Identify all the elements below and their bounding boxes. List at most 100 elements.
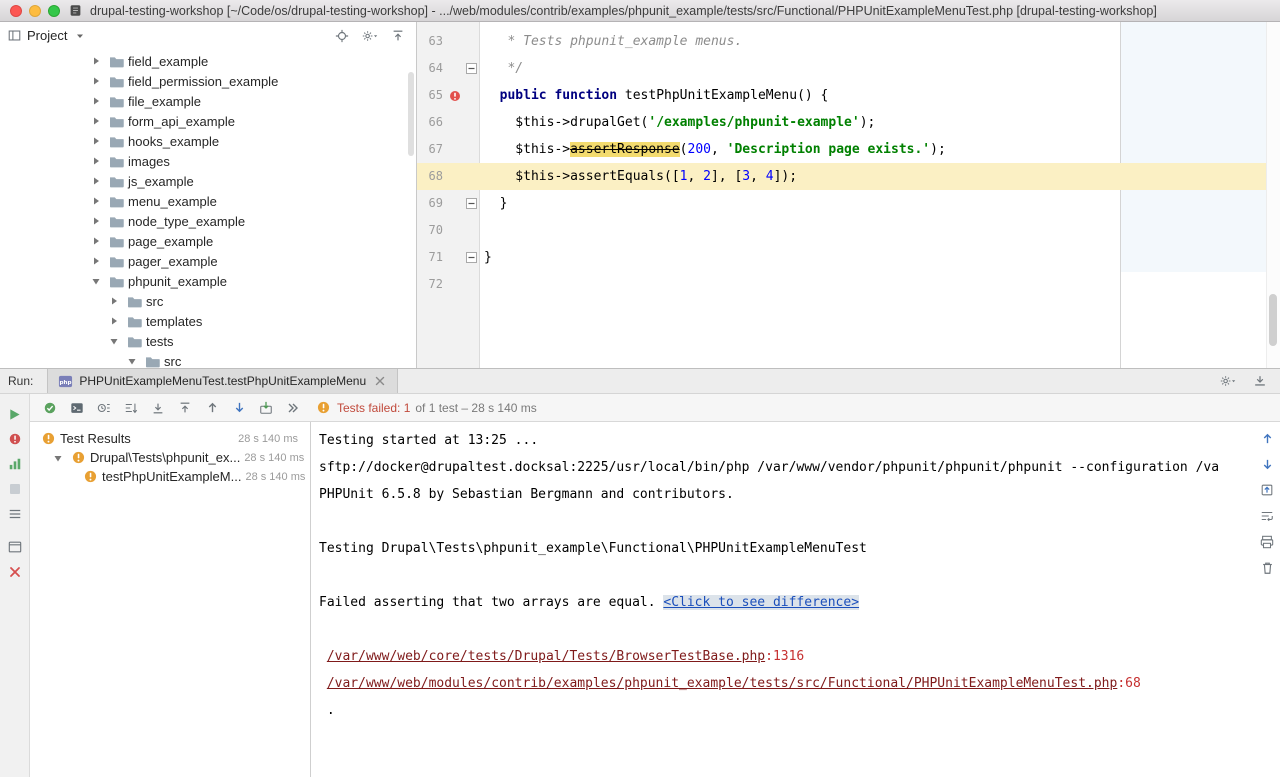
stop-icon[interactable]	[7, 481, 23, 497]
code-text[interactable]: }	[480, 244, 492, 271]
print-icon[interactable]	[1259, 534, 1275, 550]
project-tree-item[interactable]: field_example	[0, 51, 416, 71]
tool-window-icon[interactable]	[6, 28, 22, 44]
soft-wrap-icon[interactable]	[1259, 508, 1275, 524]
sort-by-duration-icon[interactable]	[96, 400, 112, 416]
settings-icon[interactable]	[362, 28, 378, 44]
tree-chevron-icon[interactable]	[88, 113, 104, 129]
scroll-down-icon[interactable]	[1259, 456, 1275, 472]
project-scrollbar-thumb[interactable]	[408, 72, 414, 156]
line-number[interactable]: 68	[417, 163, 445, 190]
line-number[interactable]: 72	[417, 271, 445, 298]
tree-chevron-icon[interactable]	[106, 333, 122, 349]
project-tree-item[interactable]: tests	[0, 331, 416, 351]
project-tree-item[interactable]: js_example	[0, 171, 416, 191]
project-tree-item[interactable]: src	[0, 291, 416, 311]
collapse-all-icon[interactable]	[390, 28, 406, 44]
project-tree-item[interactable]: file_example	[0, 91, 416, 111]
rerun-failed-tests-icon[interactable]	[7, 431, 23, 447]
next-failed-test-icon[interactable]	[231, 400, 247, 416]
chevron-down-icon[interactable]	[72, 28, 88, 44]
minimize-window-button[interactable]	[29, 5, 41, 17]
code-text[interactable]: $this->drupalGet('/examples/phpunit-exam…	[480, 109, 875, 136]
tree-chevron-icon[interactable]	[88, 173, 104, 189]
clear-all-icon[interactable]	[1259, 560, 1275, 576]
editor-scrollbar[interactable]	[1266, 22, 1280, 368]
test-tree-row[interactable]: testPhpUnitExampleM...28 s 140 ms	[30, 467, 310, 486]
project-tree-item[interactable]: hooks_example	[0, 131, 416, 151]
project-tree-item[interactable]: src	[0, 351, 416, 368]
test-history-icon[interactable]	[7, 506, 23, 522]
close-tab-icon[interactable]	[372, 373, 388, 389]
file-link[interactable]: /var/www/web/core/tests/Drupal/Tests/Bro…	[327, 649, 765, 664]
code-text[interactable]: $this->assertEquals([1, 2], [3, 4]);	[480, 163, 797, 190]
file-link[interactable]: /var/www/web/modules/contrib/examples/ph…	[327, 676, 1118, 691]
line-number[interactable]: 63	[417, 28, 445, 55]
editor[interactable]: 63 * Tests phpunit_example menus.64 */65…	[417, 22, 1280, 368]
expand-all-icon[interactable]	[150, 400, 166, 416]
code-text[interactable]	[480, 217, 484, 244]
fold-marker-icon[interactable]	[464, 250, 480, 266]
code-text[interactable]: public function testPhpUnitExampleMenu()…	[480, 82, 828, 109]
tree-chevron-icon[interactable]	[88, 273, 104, 289]
tree-chevron-icon[interactable]	[88, 213, 104, 229]
tree-chevron-icon[interactable]	[88, 73, 104, 89]
project-tree-item[interactable]: pager_example	[0, 251, 416, 271]
line-number-link[interactable]: :1316	[765, 649, 804, 664]
run-tab[interactable]: php PHPUnitExampleMenuTest.testPhpUnitEx…	[47, 369, 398, 393]
console[interactable]: Testing started at 13:25 ...sftp://docke…	[311, 422, 1280, 777]
code-text[interactable]: * Tests phpunit_example menus.	[480, 28, 742, 55]
sort-alphabetically-icon[interactable]	[123, 400, 139, 416]
tree-chevron-icon[interactable]	[124, 353, 140, 368]
hide-panel-icon[interactable]	[1252, 373, 1268, 389]
line-number[interactable]: 66	[417, 109, 445, 136]
code-text[interactable]: }	[480, 190, 507, 217]
line-number[interactable]: 70	[417, 217, 445, 244]
tree-chevron-icon[interactable]	[88, 193, 104, 209]
export-results-icon[interactable]	[1259, 482, 1275, 498]
more-options-icon[interactable]	[285, 400, 301, 416]
project-tree-item[interactable]: images	[0, 151, 416, 171]
tree-chevron-icon[interactable]	[88, 253, 104, 269]
project-tree-item[interactable]: page_example	[0, 231, 416, 251]
tree-chevron-icon[interactable]	[88, 93, 104, 109]
import-test-results-icon[interactable]	[258, 400, 274, 416]
tree-chevron-icon[interactable]	[106, 293, 122, 309]
code-text[interactable]: $this->assertResponse(200, 'Description …	[480, 136, 946, 163]
project-tree-item[interactable]: node_type_example	[0, 211, 416, 231]
settings-icon[interactable]	[1220, 373, 1236, 389]
toggle-coverage-icon[interactable]	[7, 456, 23, 472]
close-window-button[interactable]	[10, 5, 22, 17]
project-tree-item[interactable]: phpunit_example	[0, 271, 416, 291]
scroll-up-icon[interactable]	[1259, 430, 1275, 446]
project-tree-item[interactable]: templates	[0, 311, 416, 331]
failed-test-marker-icon[interactable]	[447, 88, 463, 104]
line-number[interactable]: 69	[417, 190, 445, 217]
locate-file-icon[interactable]	[334, 28, 350, 44]
fold-marker-icon[interactable]	[464, 61, 480, 77]
diff-link[interactable]: <Click to see difference>	[663, 595, 859, 610]
project-tree-item[interactable]: menu_example	[0, 191, 416, 211]
line-number[interactable]: 71	[417, 244, 445, 271]
tree-chevron-icon[interactable]	[50, 450, 66, 466]
restore-layout-icon[interactable]	[7, 539, 23, 555]
code-text[interactable]	[480, 271, 484, 298]
test-tree-row[interactable]: Drupal\Tests\phpunit_ex...28 s 140 ms	[30, 448, 310, 467]
line-number-link[interactable]: :68	[1117, 676, 1140, 691]
collapse-all-icon[interactable]	[177, 400, 193, 416]
previous-failed-test-icon[interactable]	[204, 400, 220, 416]
project-tree-item[interactable]: form_api_example	[0, 111, 416, 131]
line-number[interactable]: 67	[417, 136, 445, 163]
show-console-icon[interactable]	[69, 400, 85, 416]
project-tree-item[interactable]: field_permission_example	[0, 71, 416, 91]
line-number[interactable]: 65	[417, 82, 445, 109]
close-icon[interactable]	[7, 564, 23, 580]
tree-chevron-icon[interactable]	[106, 313, 122, 329]
test-tree-row[interactable]: Test Results28 s 140 ms	[30, 429, 310, 448]
tree-chevron-icon[interactable]	[88, 133, 104, 149]
rerun-test-icon[interactable]	[7, 406, 23, 422]
project-panel-title[interactable]: Project	[27, 28, 67, 43]
code-text[interactable]: */	[480, 55, 523, 82]
editor-scrollbar-thumb[interactable]	[1269, 294, 1277, 346]
tree-chevron-icon[interactable]	[88, 233, 104, 249]
